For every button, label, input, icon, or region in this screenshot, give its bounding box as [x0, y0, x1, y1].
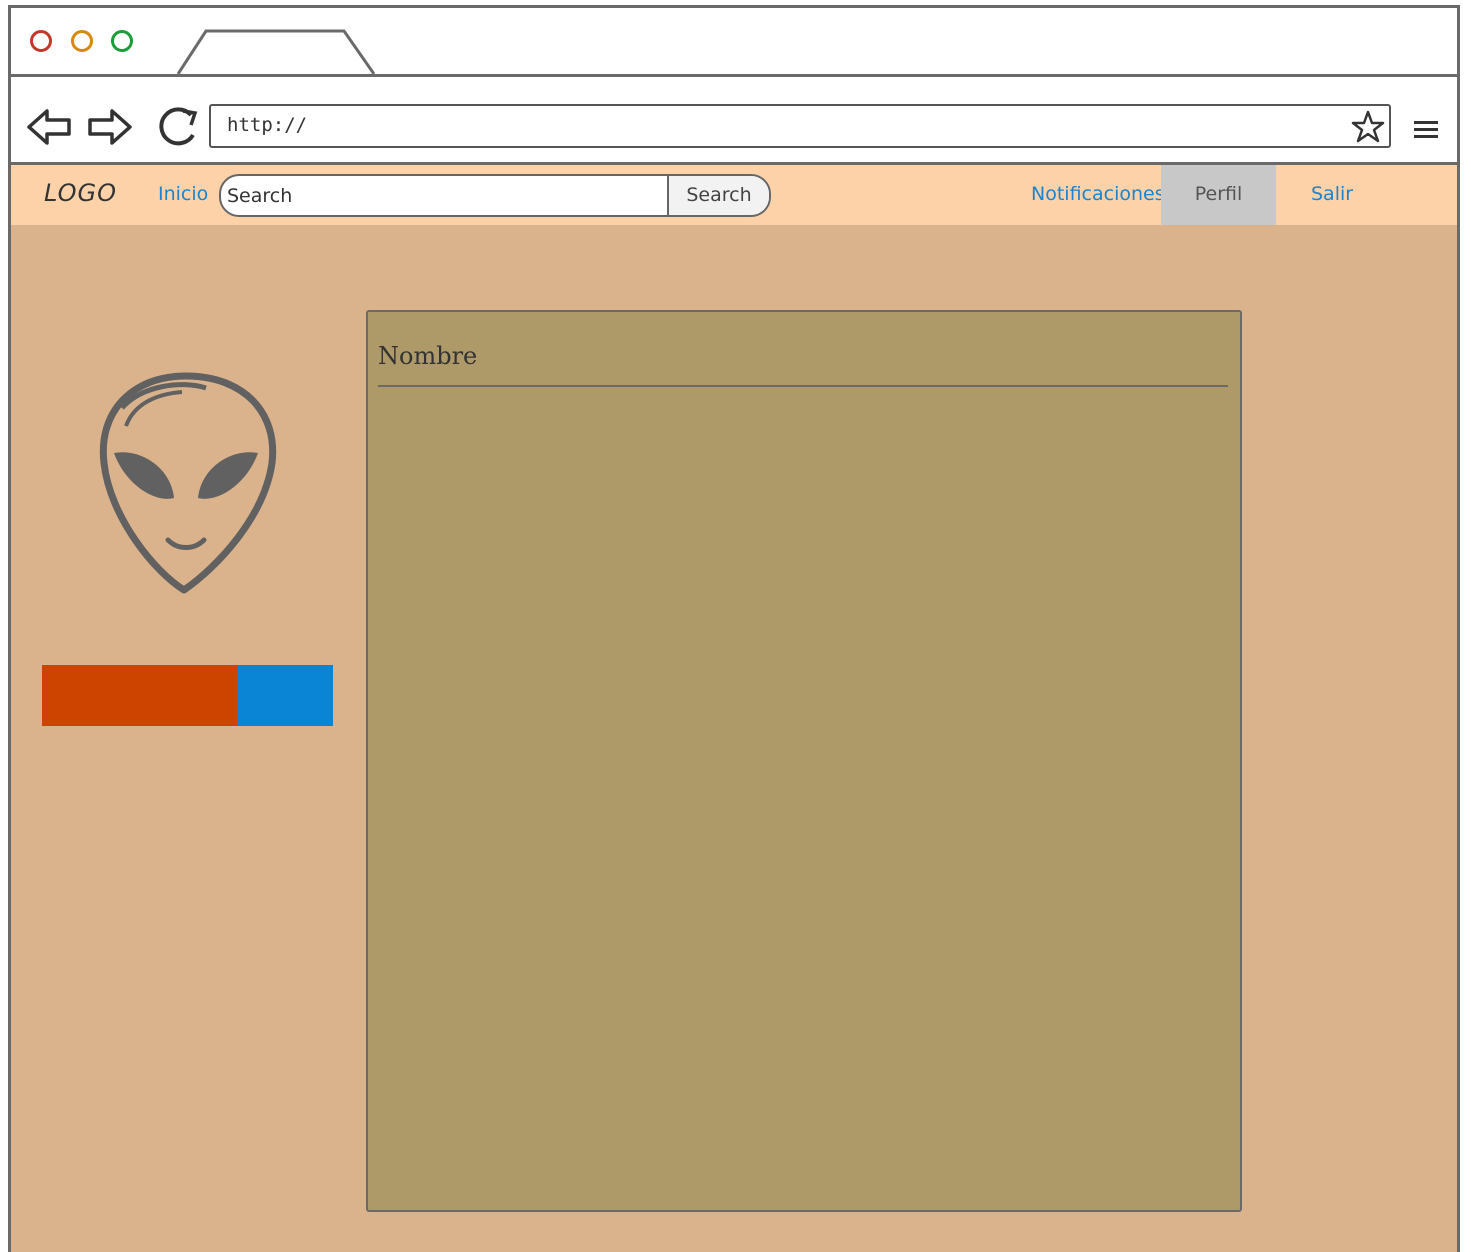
- url-text: http://: [227, 114, 308, 136]
- alien-icon: [99, 372, 277, 594]
- browser-window: http:// LOGO Inicio Search Notificacione…: [8, 5, 1460, 1252]
- address-bar-row: http://: [11, 77, 1457, 165]
- hamburger-menu-icon[interactable]: [1412, 119, 1440, 141]
- close-window-button[interactable]: [30, 30, 52, 52]
- bookmark-star-icon[interactable]: [1351, 110, 1385, 144]
- browser-tab[interactable]: [176, 29, 376, 74]
- top-navigation: LOGO Inicio Search Notificaciones Perfil…: [11, 165, 1457, 225]
- title-bar: [11, 8, 1457, 77]
- forward-arrow-icon[interactable]: [86, 107, 134, 147]
- minimize-window-button[interactable]: [71, 30, 93, 52]
- search-button[interactable]: Search: [667, 176, 769, 215]
- progress-bar-fill: [42, 665, 237, 726]
- nav-link-inicio[interactable]: Inicio: [158, 183, 208, 205]
- panel-divider: [378, 385, 1228, 387]
- nav-link-perfil-label: Perfil: [1194, 183, 1243, 205]
- maximize-window-button[interactable]: [111, 30, 133, 52]
- nav-link-notificaciones[interactable]: Notificaciones: [1031, 183, 1165, 205]
- back-arrow-icon[interactable]: [25, 107, 73, 147]
- site-logo[interactable]: LOGO: [44, 179, 117, 207]
- profile-panel: Nombre: [366, 310, 1242, 1212]
- reload-icon[interactable]: [153, 105, 203, 149]
- page-content: LOGO Inicio Search Notificaciones Perfil…: [11, 165, 1457, 1252]
- url-field[interactable]: http://: [209, 104, 1391, 148]
- nav-link-perfil[interactable]: Perfil: [1161, 165, 1276, 225]
- search-box: Search: [219, 174, 771, 217]
- nav-link-salir[interactable]: Salir: [1311, 183, 1353, 205]
- progress-bar: [42, 665, 333, 726]
- search-input[interactable]: [221, 176, 667, 215]
- panel-title: Nombre: [378, 342, 478, 370]
